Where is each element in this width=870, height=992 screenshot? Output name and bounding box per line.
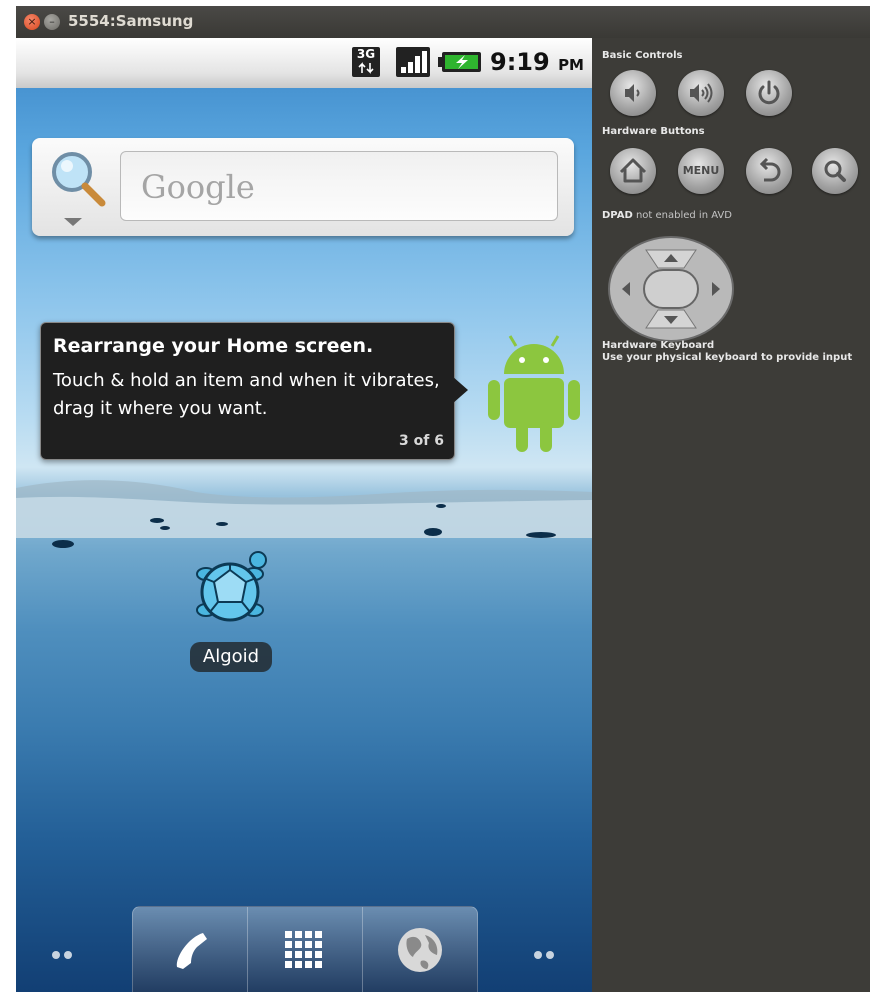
hardware-keyboard-label: Hardware Keyboard [602, 340, 715, 351]
emulator-window: × – 5554:Samsung 3G 9:19 PM Google Rearr… [16, 6, 870, 992]
menu-button[interactable]: MENU [678, 148, 724, 194]
volume-up-button[interactable] [678, 70, 724, 116]
android-robot-icon [488, 335, 580, 452]
signal-strength-icon [396, 47, 430, 77]
lake-rock [526, 532, 556, 538]
search-icon [824, 160, 846, 182]
tutorial-body: Touch & hold an item and when it vibrate… [53, 370, 440, 419]
volume-up-icon [690, 83, 713, 103]
volume-down-icon [625, 84, 640, 102]
tutorial-counter: 3 of 6 [399, 433, 444, 449]
search-input[interactable]: Google [120, 151, 558, 221]
window-close-button[interactable]: × [24, 14, 40, 30]
dpad-label: DPAD not enabled in AVD [602, 210, 732, 222]
lake-rock [160, 526, 170, 530]
clock-time: 9:19 [490, 48, 550, 76]
power-button[interactable] [746, 70, 792, 116]
hardware-buttons-label: Hardware Buttons [602, 126, 705, 137]
dpad-title: DPAD [602, 210, 633, 221]
horizon-mountains [16, 480, 592, 538]
lake-rock [52, 540, 74, 548]
window-minimize-button[interactable]: – [44, 14, 60, 30]
algoid-app-label[interactable]: Algoid [190, 642, 272, 672]
search-dropdown-icon[interactable] [64, 218, 82, 226]
lake-rock [436, 504, 446, 508]
apps-grid-icon [285, 931, 322, 968]
tutorial-bubble-tail [452, 376, 468, 404]
phone-screen: 3G 9:19 PM Google Rearrange your Home sc… [16, 38, 592, 992]
back-button[interactable] [746, 148, 792, 194]
data-arrows-icon [358, 62, 374, 74]
tutorial-title: Rearrange your Home screen. [53, 335, 374, 357]
clock-ampm: PM [558, 56, 584, 74]
lake-rock [424, 528, 442, 536]
home-icon [619, 158, 647, 183]
emulator-controls-panel: Basic Controls Hardware Buttons MENU DPA… [592, 38, 870, 992]
search-magnifier-icon[interactable] [48, 148, 108, 208]
page-indicator-left[interactable] [52, 944, 76, 959]
battery-charging-icon [438, 52, 481, 72]
dock-browser-button[interactable] [363, 907, 477, 992]
status-bar: 3G 9:19 PM [16, 38, 592, 88]
clock: 9:19 PM [490, 48, 584, 76]
lake-rock [216, 522, 228, 526]
dpad-control[interactable] [606, 234, 736, 344]
home-button[interactable] [610, 148, 656, 194]
hardware-keyboard-note: Use your physical keyboard to provide in… [602, 352, 853, 363]
search-button[interactable] [812, 148, 858, 194]
menu-button-label: MENU [682, 164, 720, 177]
dpad-note: not enabled in AVD [632, 210, 732, 221]
browser-globe-icon [398, 928, 442, 972]
volume-down-button[interactable] [610, 70, 656, 116]
google-search-widget[interactable]: Google [32, 138, 574, 236]
dock-phone-button[interactable] [133, 907, 247, 992]
algoid-turtle-icon[interactable] [186, 546, 274, 634]
page-indicator-right[interactable] [534, 944, 558, 959]
tutorial-bubble: Rearrange your Home screen. Touch & hold… [40, 322, 455, 460]
network-3g-icon: 3G [352, 47, 380, 77]
basic-controls-label: Basic Controls [602, 50, 683, 61]
phone-icon [176, 933, 207, 969]
window-title-bar: × – 5554:Samsung [16, 6, 870, 38]
window-title: 5554:Samsung [68, 12, 194, 30]
dock-apps-button[interactable] [248, 907, 362, 992]
dock [132, 906, 478, 992]
network-type-label: 3G [356, 47, 376, 61]
lake-rock [150, 518, 164, 523]
back-icon [759, 157, 781, 182]
power-icon [758, 80, 780, 105]
